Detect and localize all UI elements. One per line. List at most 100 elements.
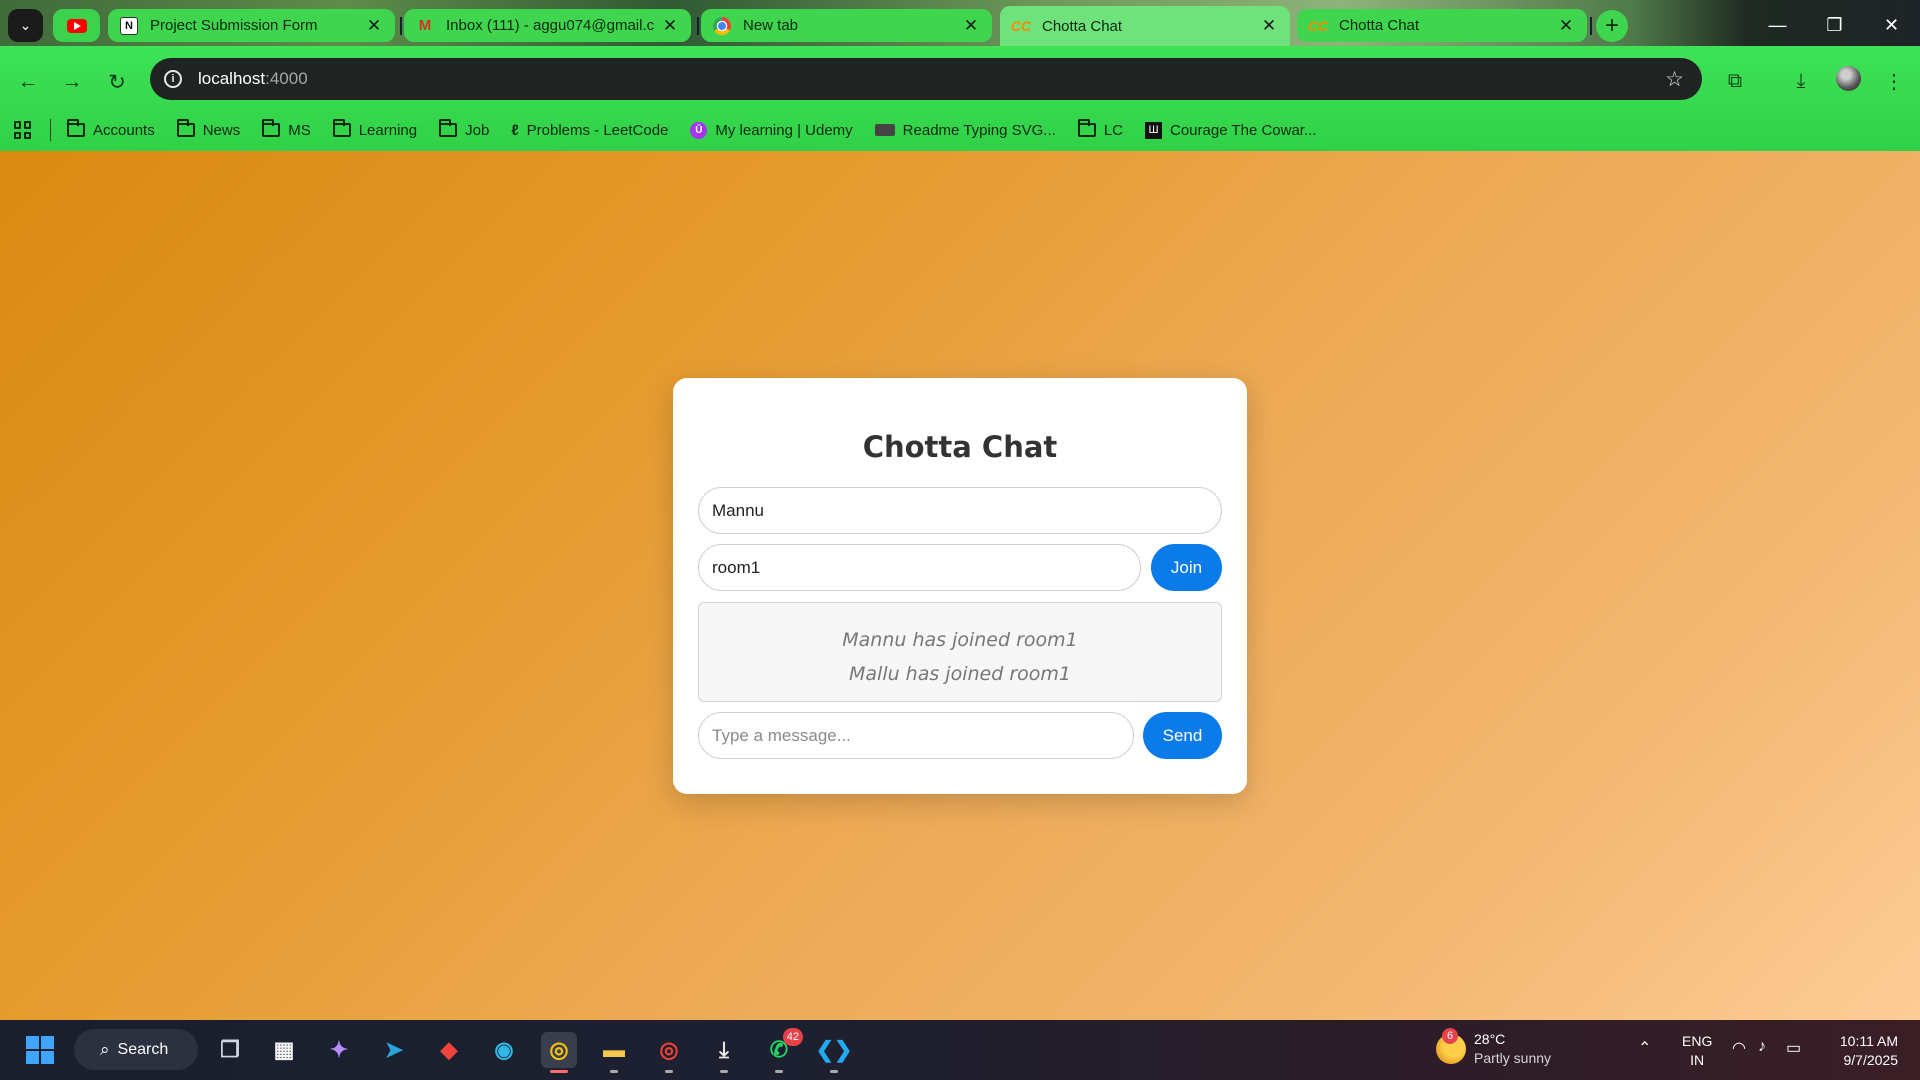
downloads-button[interactable]: ⤓ [1786, 66, 1816, 96]
bookmark-lc[interactable]: LC [1077, 119, 1123, 139]
running-indicator [830, 1070, 838, 1073]
tab-separator [1590, 17, 1592, 35]
vscode-icon: ❮❯ [815, 1037, 853, 1062]
input-language[interactable]: ENG IN [1682, 1032, 1712, 1070]
bookmark-star-icon[interactable]: ☆ [1665, 67, 1684, 92]
close-icon[interactable]: ✕ [661, 16, 679, 36]
pinned-tab-youtube[interactable] [53, 9, 100, 42]
folder-icon [332, 119, 351, 137]
anydesk-icon: ◆ [440, 1037, 458, 1062]
folder-icon [1077, 119, 1096, 137]
close-icon[interactable]: ✕ [962, 16, 980, 36]
bookmark-courage[interactable]: Ш Courage The Cowar... [1145, 121, 1317, 139]
arrow-left-icon: ← [17, 70, 39, 93]
message-input[interactable] [698, 712, 1134, 759]
microsoft-store-button[interactable]: ▦ [266, 1032, 302, 1068]
taskbar-search[interactable]: ⌕ Search [74, 1029, 198, 1070]
bookmark-label: Courage The Cowar... [1170, 121, 1317, 139]
temperature: 28°C [1474, 1031, 1506, 1047]
reload-button[interactable]: ↻ [101, 66, 133, 98]
chrome-taskbar-button[interactable]: ◎ [541, 1032, 577, 1073]
udemy-icon: Ū [690, 121, 708, 139]
battery-icon[interactable]: ▭ [1786, 1038, 1801, 1058]
telegram-icon: ➤ [384, 1037, 404, 1062]
copilot-button[interactable]: ✦ [321, 1032, 357, 1068]
chevron-down-icon: ⌄ [19, 17, 32, 33]
start-button[interactable] [22, 1032, 58, 1068]
bookmark-label: News [202, 121, 241, 139]
youtube-icon [66, 18, 87, 33]
new-tab-button[interactable]: + [1596, 10, 1628, 42]
folder-icon [262, 119, 281, 137]
bookmark-job[interactable]: Job [439, 119, 490, 139]
anydesk-button[interactable]: ◆ [431, 1032, 467, 1068]
room-input[interactable] [698, 544, 1141, 591]
join-button[interactable]: Join [1151, 544, 1222, 591]
folder-icon [176, 119, 195, 137]
close-icon[interactable]: ✕ [1260, 16, 1278, 36]
reload-icon: ↻ [108, 70, 126, 94]
restore-button[interactable]: ❐ [1806, 0, 1863, 50]
running-indicator [775, 1070, 783, 1073]
running-indicator [550, 1070, 568, 1073]
site-info-icon[interactable]: i [164, 70, 182, 88]
vscode-button[interactable]: ❮❯ [815, 1032, 853, 1073]
chat-card: Chotta Chat Join Mannu has joined room1 … [673, 378, 1247, 794]
profile-avatar[interactable] [1836, 66, 1861, 91]
message-item: Mannu has joined room1 [842, 629, 1078, 651]
send-button[interactable]: Send [1143, 712, 1222, 759]
search-label: Search [117, 1040, 169, 1058]
tab-project-submission[interactable]: N Project Submission Form ✕ [108, 9, 395, 42]
bookmark-label: Job [465, 121, 490, 139]
restore-icon: ❐ [1826, 14, 1843, 35]
chrome-menu-button[interactable]: ⋮ [1879, 66, 1909, 96]
weather-widget[interactable]: 6 28°C Partly sunny [1436, 1028, 1552, 1068]
notification-badge: 42 [782, 1028, 803, 1046]
file-explorer-button[interactable]: ▬ [596, 1032, 632, 1073]
apps-grid-icon[interactable] [14, 121, 32, 139]
museum-icon: Ш [1145, 121, 1162, 139]
close-icon[interactable]: ✕ [1557, 16, 1575, 36]
tab-chotta-chat-active[interactable]: CC Chotta Chat ✕ [1000, 6, 1290, 46]
tab-new-tab[interactable]: New tab ✕ [701, 9, 992, 42]
bookmark-label: LC [1103, 121, 1123, 139]
tab-separator [400, 17, 402, 35]
task-view-button[interactable]: ❐ [212, 1032, 248, 1068]
forward-button[interactable]: → [56, 66, 88, 98]
bookmark-leetcode[interactable]: ℓ Problems - LeetCode [511, 122, 668, 139]
back-button[interactable]: ← [12, 66, 44, 98]
extensions-button[interactable]: ⧉ [1720, 66, 1750, 96]
volume-icon[interactable]: ♪ [1758, 1038, 1766, 1056]
close-icon[interactable]: ✕ [365, 16, 383, 36]
username-input[interactable] [698, 487, 1222, 534]
bookmark-readme-typing[interactable]: Readme Typing SVG... [874, 122, 1056, 139]
system-clock[interactable]: 10:11 AM 9/7/2025 [1828, 1032, 1898, 1070]
bookmark-learning[interactable]: Learning [332, 119, 417, 139]
tab-title: Inbox (111) - aggu074@gmail.c [446, 17, 655, 34]
bookmark-ms[interactable]: MS [262, 119, 311, 139]
wifi-icon[interactable]: ◠ [1732, 1038, 1746, 1058]
bookmark-news[interactable]: News [176, 119, 241, 139]
tab-chotta-chat[interactable]: CC Chotta Chat ✕ [1297, 9, 1587, 42]
running-indicator [665, 1070, 673, 1073]
chrome-profile-button[interactable]: ◎ [651, 1032, 687, 1073]
download-icon: ⤓ [1796, 69, 1806, 92]
weather-condition: Partly sunny [1474, 1050, 1552, 1066]
bookmark-label: Accounts [93, 121, 155, 139]
installer-button[interactable]: ⤓ [706, 1032, 742, 1073]
whatsapp-button[interactable]: ✆ 42 [761, 1028, 803, 1073]
chrome-icon: ◎ [659, 1037, 679, 1062]
minimize-button[interactable]: — [1749, 0, 1806, 50]
tab-search-button[interactable]: ⌄ [8, 9, 43, 42]
bookmark-accounts[interactable]: Accounts [67, 119, 155, 139]
bookmark-label: Problems - LeetCode [526, 121, 669, 139]
edge-button[interactable]: ◉ [486, 1032, 522, 1068]
chrome-icon [713, 16, 731, 35]
close-window-button[interactable]: ✕ [1863, 0, 1920, 50]
address-bar[interactable]: i localhost:4000 ☆ [150, 58, 1702, 100]
tab-gmail-inbox[interactable]: M Inbox (111) - aggu074@gmail.c ✕ [404, 9, 691, 42]
bookmark-label: MS [288, 121, 311, 139]
telegram-button[interactable]: ➤ [376, 1032, 412, 1068]
bookmark-udemy[interactable]: Ū My learning | Udemy [690, 121, 853, 139]
chevron-up-icon[interactable]: ⌃ [1638, 1038, 1651, 1058]
